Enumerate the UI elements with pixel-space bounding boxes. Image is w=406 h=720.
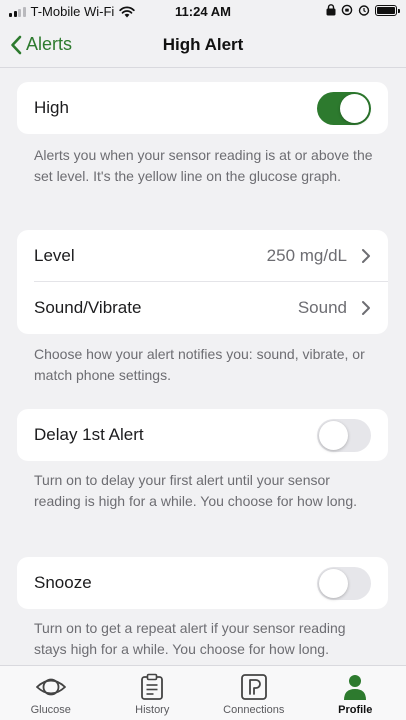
snooze-card: Snooze — [17, 557, 388, 609]
snooze-label: Snooze — [34, 573, 92, 592]
toggle-knob — [319, 568, 348, 598]
chevron-right-icon — [362, 301, 370, 315]
high-label: High — [34, 98, 69, 117]
tab-profile[interactable]: Profile — [305, 666, 406, 720]
tab-history[interactable]: History — [102, 666, 204, 720]
tab-label: History — [135, 704, 170, 716]
tab-label: Connections — [223, 704, 285, 716]
delay-card: Delay 1st Alert — [17, 409, 388, 461]
sound-note: Choose how your alert notifies you: soun… — [34, 346, 365, 383]
sound-vibrate-value: Sound — [297, 298, 347, 317]
sound-vibrate-label: Sound/Vibrate — [34, 298, 142, 317]
profile-icon — [344, 675, 367, 700]
battery-icon — [375, 4, 400, 16]
connections-icon — [240, 674, 267, 700]
toggle-knob — [340, 93, 369, 123]
delay-toggle[interactable] — [317, 418, 371, 452]
high-toggle-row: High — [17, 82, 388, 134]
delay-label: Delay 1st Alert — [34, 425, 144, 444]
level-label: Level — [34, 246, 75, 265]
glucose-icon — [35, 678, 66, 696]
toggle-knob — [319, 420, 348, 450]
snooze-toggle[interactable] — [317, 566, 371, 600]
level-row[interactable]: Level 250 mg/dL — [17, 230, 388, 282]
status-right — [326, 4, 400, 16]
tab-glucose[interactable]: Glucose — [0, 666, 102, 720]
tab-label: Glucose — [30, 704, 71, 716]
lock-icon — [326, 4, 336, 16]
settings-content[interactable]: High Alerts you when your sensor reading… — [0, 69, 406, 665]
alert-settings-card: Level 250 mg/dL Sound/Vibrate Sound — [17, 230, 388, 334]
chevron-right-icon — [362, 249, 370, 263]
tab-label: Profile — [338, 704, 373, 716]
orientation-lock-icon — [341, 4, 353, 16]
history-icon — [141, 673, 164, 700]
high-toggle[interactable] — [317, 91, 371, 125]
delay-note: Turn on to delay your first alert until … — [34, 472, 357, 509]
delay-row: Delay 1st Alert — [17, 409, 388, 461]
tab-bar: Glucose History Connections Profile — [0, 665, 406, 720]
high-alert-card: High — [17, 82, 388, 134]
snooze-note: Turn on to get a repeat alert if your se… — [34, 620, 346, 657]
alarm-icon — [358, 5, 370, 16]
snooze-row: Snooze — [17, 557, 388, 609]
high-note: Alerts you when your sensor reading is a… — [34, 147, 373, 184]
status-bar: T-Mobile Wi-Fi 11:24 AM — [0, 0, 406, 24]
tab-connections[interactable]: Connections — [203, 666, 305, 720]
sound-vibrate-row[interactable]: Sound/Vibrate Sound — [17, 282, 388, 334]
page-title: High Alert — [162, 35, 244, 54]
level-value: 250 mg/dL — [266, 246, 347, 265]
navigation-bar: Alerts High Alert — [0, 24, 406, 68]
